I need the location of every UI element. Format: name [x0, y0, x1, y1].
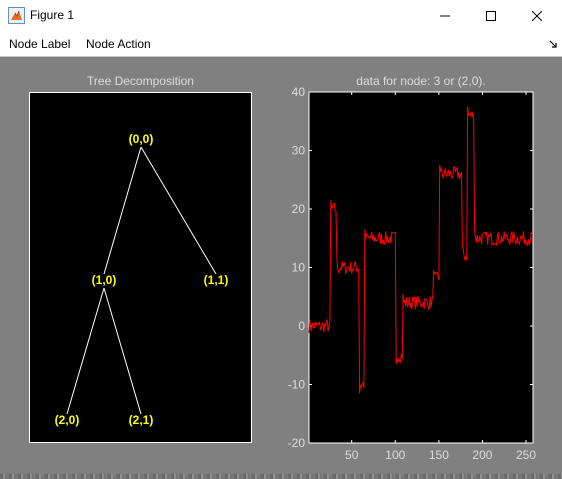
y-tick-label: -10	[288, 378, 306, 392]
menu-node-label[interactable]: Node Label	[9, 37, 70, 51]
matlab-figure-icon	[8, 7, 25, 24]
y-tick-label: 10	[292, 261, 306, 275]
close-icon	[532, 10, 542, 21]
tree-edge	[66, 287, 105, 415]
y-tick-label: 30	[292, 144, 306, 158]
y-tick-label: -20	[288, 436, 306, 450]
x-tick-label: 250	[516, 448, 536, 462]
figure-canvas: Tree Decomposition data for node: 3 or (…	[0, 58, 562, 479]
y-tick-label: 20	[292, 202, 306, 216]
minimize-icon	[440, 15, 450, 16]
signal-plot[interactable]: 403020100-10-20 50 100 150 200 250	[270, 84, 540, 474]
dock-arrow-icon[interactable]	[548, 39, 558, 49]
tree-node-label[interactable]: (2,0)	[55, 413, 80, 427]
menu-node-action[interactable]: Node Action	[86, 37, 151, 51]
tree-edge	[103, 287, 142, 415]
close-button[interactable]	[514, 0, 560, 31]
y-tick-label: 40	[292, 85, 306, 99]
x-tick-label: 100	[385, 448, 405, 462]
tree-axes[interactable]: (0,0) (1,0) (1,1) (2,0) (2,1)	[29, 92, 252, 443]
x-tick-label: 150	[429, 448, 449, 462]
window-title: Figure 1	[30, 8, 75, 22]
tree-edge	[103, 146, 142, 275]
tree-axes-title: Tree Decomposition	[87, 74, 194, 88]
maximize-button[interactable]	[468, 0, 514, 31]
status-strip	[0, 474, 562, 479]
maximize-icon	[486, 10, 496, 21]
tree-diagram: (0,0) (1,0) (1,1) (2,0) (2,1)	[55, 132, 229, 427]
window-titlebar: Figure 1	[0, 0, 562, 31]
minimize-button[interactable]	[422, 0, 468, 31]
tree-node-label[interactable]: (1,1)	[204, 273, 229, 287]
y-tick-label: 0	[298, 319, 305, 333]
x-tick-label: 200	[472, 448, 492, 462]
tree-node-label[interactable]: (2,1)	[129, 413, 154, 427]
x-tick-label: 50	[345, 448, 359, 462]
tree-edge	[140, 146, 217, 275]
tree-node-label[interactable]: (1,0)	[92, 273, 117, 287]
menu-bar: Node Label Node Action	[0, 31, 562, 57]
tree-node-label[interactable]: (0,0)	[129, 132, 154, 146]
